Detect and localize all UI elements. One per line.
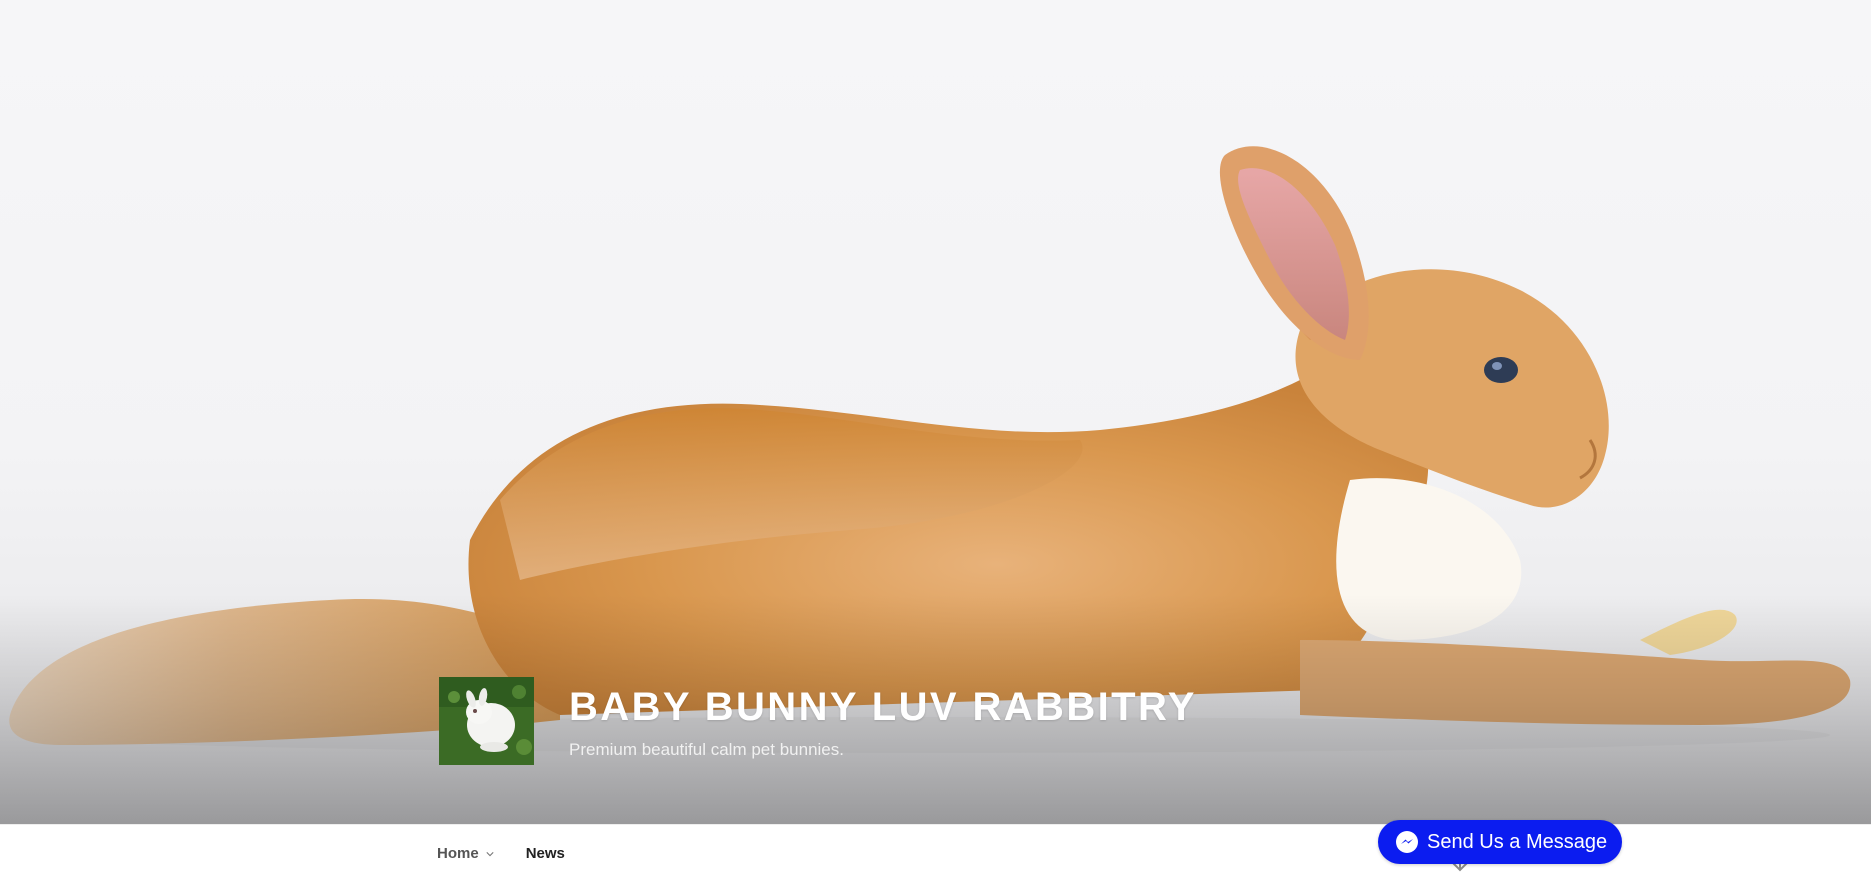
messenger-icon <box>1396 831 1418 853</box>
bunny-logo-image <box>439 677 534 765</box>
site-branding: BABY BUNNY LUV RABBITRY Premium beautifu… <box>439 677 1197 765</box>
site-header: BABY BUNNY LUV RABBITRY Premium beautifu… <box>0 0 1871 824</box>
nav-item-label: News <box>525 845 565 862</box>
site-logo[interactable] <box>439 677 534 765</box>
send-message-button[interactable]: Send Us a Message <box>1378 820 1622 864</box>
nav-item-home[interactable]: Home <box>437 845 494 862</box>
site-description: Premium beautiful calm pet bunnies. <box>569 740 844 759</box>
chevron-down-icon <box>486 851 494 856</box>
site-titles: BABY BUNNY LUV RABBITRY Premium beautifu… <box>569 687 1197 760</box>
send-message-label: Send Us a Message <box>1427 830 1608 853</box>
nav-menu: Home News <box>437 845 565 862</box>
nav-item-news[interactable]: News <box>526 845 565 862</box>
site-title[interactable]: BABY BUNNY LUV RABBITRY <box>569 687 1197 727</box>
nav-item-label: Home <box>437 845 479 862</box>
